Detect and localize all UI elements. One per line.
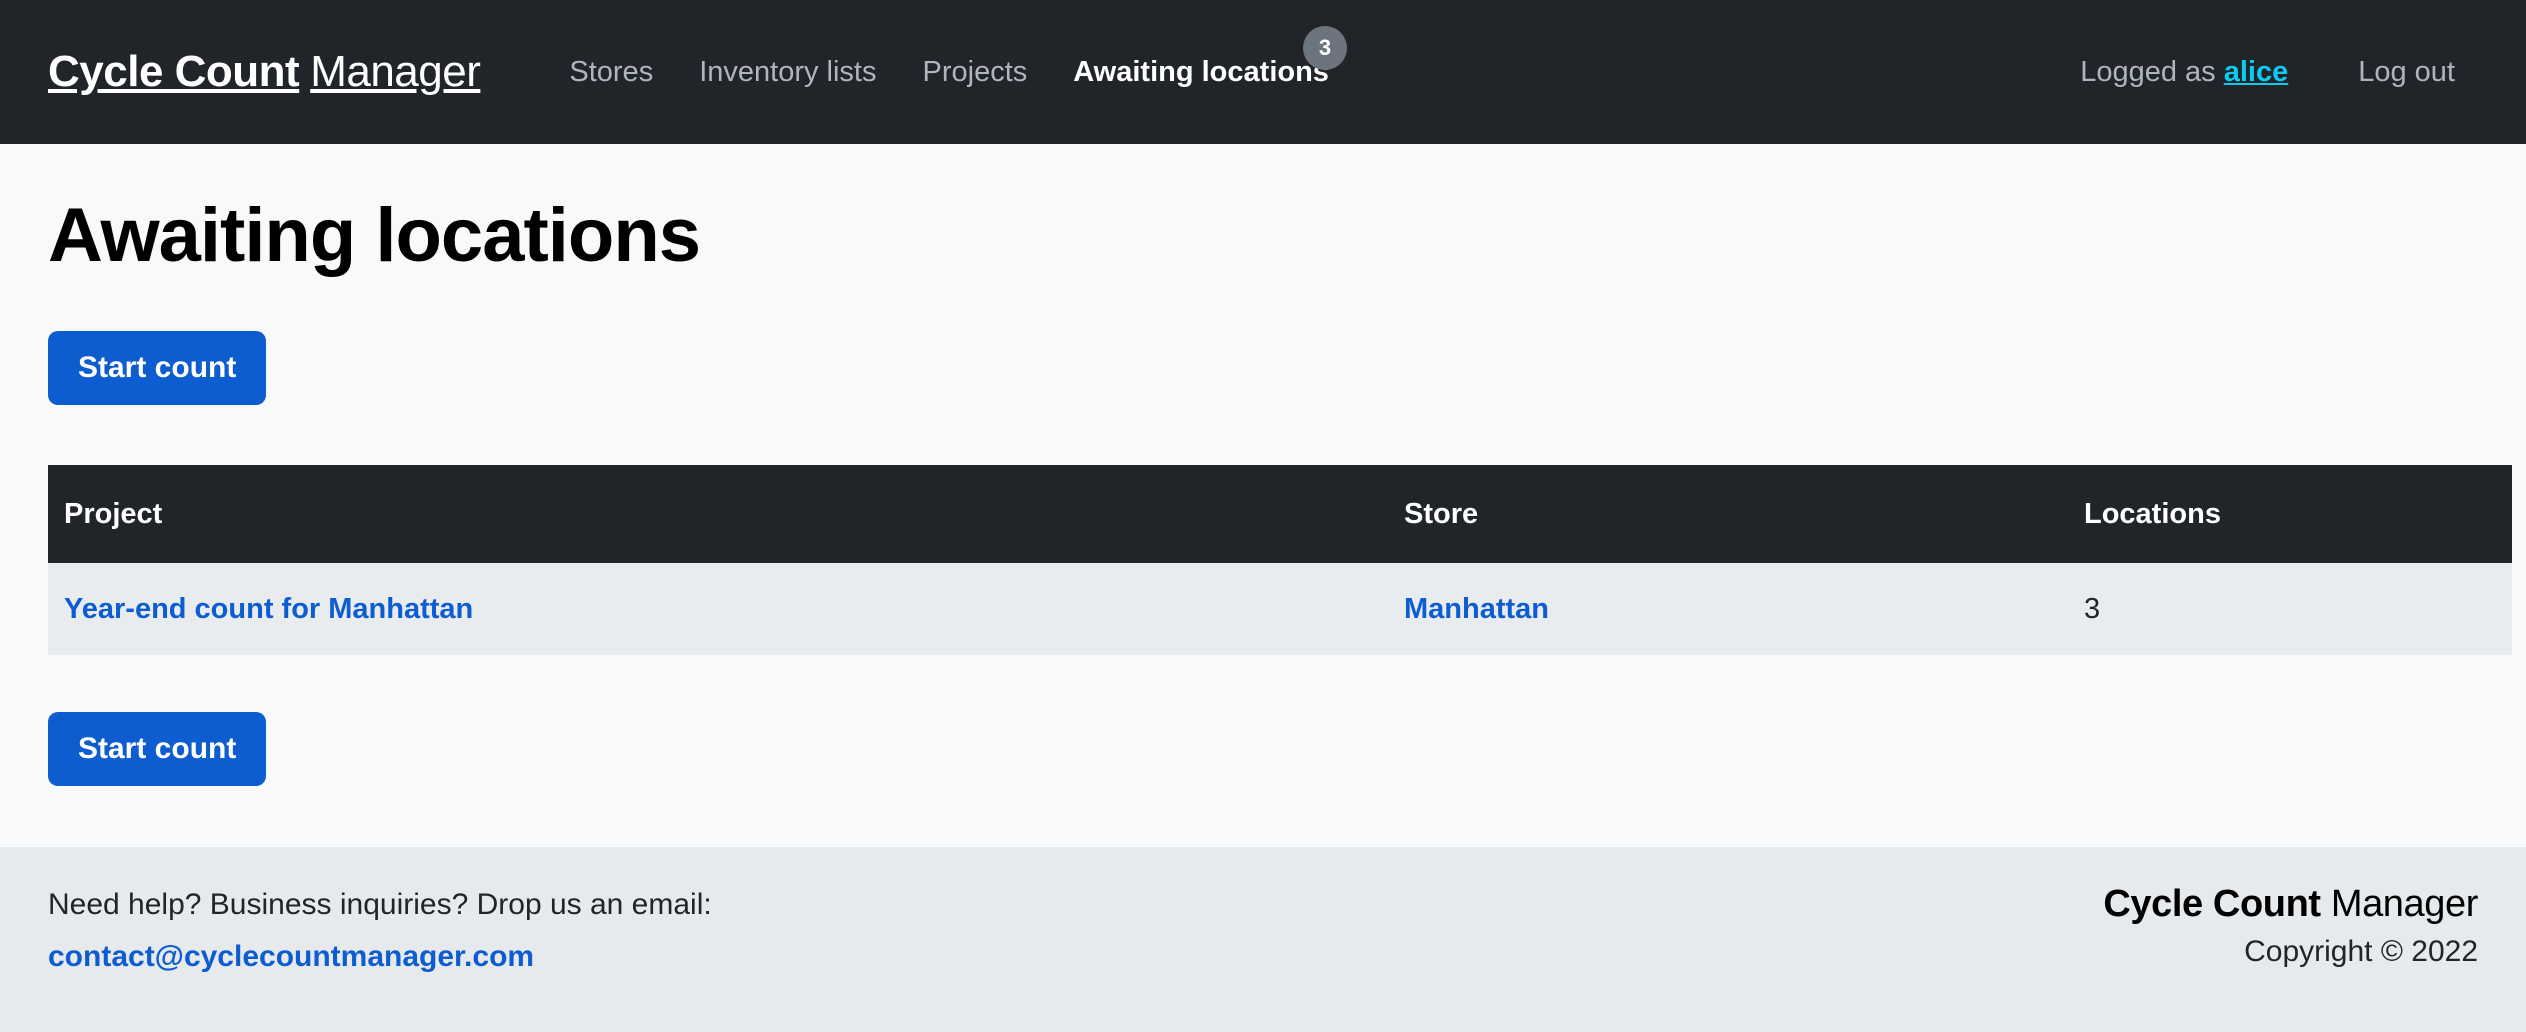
nav-right-section: Logged as alice Log out <box>2057 56 2478 89</box>
awaiting-locations-count-badge: 3 <box>1302 25 1347 70</box>
nav-link-inventory-lists[interactable]: Inventory lists <box>676 56 899 89</box>
project-link[interactable]: Year-end count for Manhattan <box>64 593 473 625</box>
table-row: Year-end count for Manhattan Manhattan 3 <box>48 563 2512 655</box>
start-count-button-bottom[interactable]: Start count <box>48 712 267 786</box>
app-page: Cycle Count Manager Stores Inventory list… <box>0 0 2526 1032</box>
logged-as-prefix: Logged as <box>2080 55 2216 88</box>
nav-item-projects: Projects <box>900 56 1051 89</box>
cell-project: Year-end count for Manhattan <box>48 563 1388 655</box>
brand-name-light: Manager <box>310 47 481 96</box>
brand-logo[interactable]: Cycle Count Manager <box>48 47 481 97</box>
table-head: Project Store Locations <box>48 465 2512 563</box>
page-footer: Need help? Business inquiries? Drop us a… <box>0 847 2526 1032</box>
column-header-locations: Locations <box>2068 465 2512 563</box>
awaiting-locations-table: Project Store Locations Year-end count f… <box>48 465 2512 655</box>
brand-name-strong: Cycle Count <box>48 47 300 96</box>
footer-email-link[interactable]: contact@cyclecountmanager.com <box>48 935 712 979</box>
awaiting-locations-table-wrap: Project Store Locations Year-end count f… <box>48 465 2512 655</box>
column-header-store: Store <box>1388 465 2068 563</box>
nav-link-projects[interactable]: Projects <box>900 56 1051 89</box>
nav-item-awaiting-locations: Awaiting locations 3 <box>1050 25 1352 89</box>
current-user-link[interactable]: alice <box>2224 56 2289 88</box>
start-count-button-top[interactable]: Start count <box>48 331 267 405</box>
cell-locations: 3 <box>2068 563 2512 655</box>
start-count-bottom-row: Start count <box>48 712 2478 786</box>
page-title: Awaiting locations <box>48 193 701 278</box>
start-count-top-row: Start count <box>48 331 2478 405</box>
cell-store: Manhattan <box>1388 563 2068 655</box>
logged-as-label: Logged as alice <box>2057 56 2311 89</box>
nav-links: Stores Inventory lists Projects Awaiting… <box>546 25 1352 89</box>
footer-brand: Cycle Count Manager <box>2103 883 2478 926</box>
footer-help-text: Need help? Business inquiries? Drop us a… <box>48 888 712 921</box>
footer-brand-light: Manager <box>2330 883 2479 925</box>
top-navbar: Cycle Count Manager Stores Inventory list… <box>0 0 2526 144</box>
main-content: Awaiting locations Start count Project S… <box>0 144 2526 847</box>
footer-contact-block: Need help? Business inquiries? Drop us a… <box>48 883 712 978</box>
footer-brand-strong: Cycle Count <box>2103 883 2321 925</box>
nav-link-stores[interactable]: Stores <box>546 56 676 89</box>
footer-brand-block: Cycle Count Manager Copyright © 2022 <box>2103 883 2478 969</box>
column-header-project: Project <box>48 465 1388 563</box>
nav-item-inventory-lists: Inventory lists <box>676 56 899 89</box>
nav-item-stores: Stores <box>546 56 676 89</box>
store-link[interactable]: Manhattan <box>1404 593 1549 625</box>
table-body: Year-end count for Manhattan Manhattan 3 <box>48 563 2512 655</box>
logout-link[interactable]: Log out <box>2335 56 2478 89</box>
table-header-row: Project Store Locations <box>48 465 2512 563</box>
footer-copyright: Copyright © 2022 <box>2244 935 2478 968</box>
